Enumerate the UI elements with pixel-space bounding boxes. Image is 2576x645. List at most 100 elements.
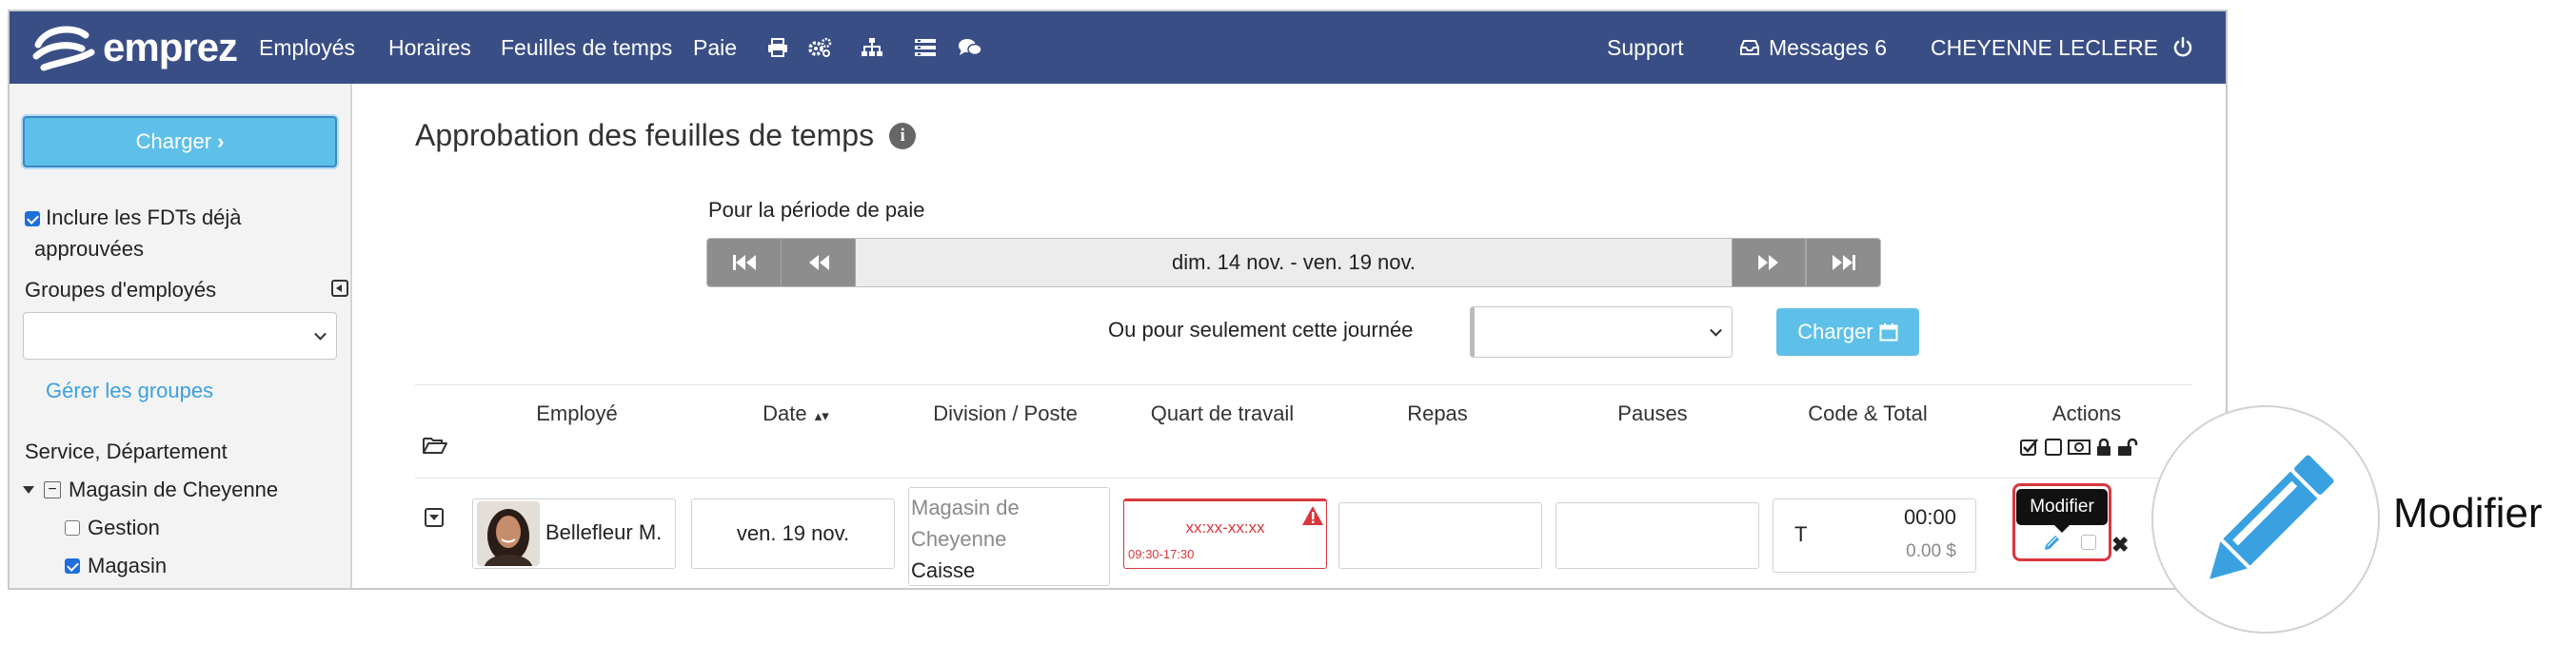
division-line-2: Cheyenne: [911, 527, 1007, 551]
brand-name: emprez: [103, 25, 238, 69]
calendar-icon: [1879, 323, 1898, 342]
tree-item-magasin[interactable]: Magasin: [65, 554, 167, 578]
lock-icon[interactable]: [2096, 438, 2111, 457]
nav-payroll[interactable]: Paie: [693, 11, 737, 84]
position-name: Caisse: [911, 558, 976, 582]
tree-item-label: Gestion: [88, 516, 160, 539]
chevron-right-icon: ›: [217, 129, 225, 153]
employee-cell[interactable]: Bellefleur M.: [472, 498, 676, 569]
service-label: Service, Département: [25, 440, 228, 463]
page-title: Approbation des feuilles de temps i: [415, 118, 917, 153]
manage-groups-link[interactable]: Gérer les groupes: [46, 379, 213, 403]
division-line-1: Magasin de: [911, 496, 1020, 519]
period-pager: dim. 14 nov. - ven. 19 nov.: [706, 238, 1881, 287]
check-all-icon[interactable]: [2020, 438, 2039, 457]
first-period-button[interactable]: [707, 239, 782, 286]
tree-collapse-icon[interactable]: −: [44, 481, 61, 498]
bulk-actions: [2020, 438, 2138, 457]
day-select[interactable]: [1470, 306, 1733, 358]
code-total-cell[interactable]: T 00:00 0.00 $: [1773, 498, 1976, 573]
nav-schedules[interactable]: Horaires: [388, 11, 471, 84]
table-top-divider: [415, 384, 2191, 385]
period-range: dim. 14 nov. - ven. 19 nov.: [1172, 250, 1416, 274]
row-expand-icon[interactable]: [425, 508, 444, 527]
last-period-button[interactable]: [1806, 239, 1880, 286]
collapse-left-icon[interactable]: [331, 280, 348, 297]
folder-open-icon[interactable]: [423, 436, 447, 460]
include-approved-option[interactable]: Inclure les FDTs déjà approuvées: [25, 202, 242, 264]
pencil-icon[interactable]: [2043, 533, 2062, 557]
unlock-icon[interactable]: [2117, 438, 2138, 457]
approve-checkbox[interactable]: [2081, 535, 2096, 550]
chevron-down-icon: [314, 327, 327, 341]
brand-logo[interactable]: emprez: [32, 11, 238, 84]
chevron-down-icon: [1710, 323, 1722, 337]
header-date[interactable]: Date ▴▾: [763, 401, 829, 426]
tree-item-gestion[interactable]: Gestion: [65, 516, 160, 540]
info-icon[interactable]: i: [889, 122, 917, 149]
tooltip: Modifier: [2016, 489, 2108, 525]
pencil-icon: [2209, 455, 2334, 579]
power-icon[interactable]: [2172, 11, 2193, 84]
include-approved-label: Inclure les FDTs déjà: [46, 205, 242, 229]
day-caption: Ou pour seulement cette journée: [1108, 318, 1414, 342]
shift-scheduled: 09:30-17:30: [1128, 547, 1195, 561]
header-breaks: Pauses: [1617, 401, 1688, 425]
warning-icon: [1302, 506, 1323, 525]
caret-down-icon[interactable]: [23, 486, 34, 494]
load-button[interactable]: Charger ›: [23, 116, 337, 167]
gestion-checkbox[interactable]: [65, 520, 80, 536]
period-caption: Pour la période de paie: [708, 198, 925, 222]
forward-icon: [1758, 255, 1778, 270]
previous-period-button[interactable]: [782, 239, 856, 286]
next-period-button[interactable]: [1732, 239, 1806, 286]
fast-backward-icon: [732, 255, 756, 270]
list-icon[interactable]: [914, 11, 937, 84]
nav-timesheets[interactable]: Feuilles de temps: [501, 11, 672, 84]
printer-icon[interactable]: [767, 11, 788, 84]
groups-select[interactable]: [23, 312, 337, 360]
load-day-button-label: Charger: [1797, 320, 1873, 343]
header-code-total: Code & Total: [1808, 401, 1928, 425]
header-division: Division / Poste: [933, 401, 1078, 425]
nav-support[interactable]: Support: [1607, 11, 1684, 84]
uncheck-all-icon[interactable]: [2045, 439, 2062, 456]
tree-root[interactable]: − Magasin de Cheyenne: [23, 478, 278, 502]
nav-messages[interactable]: Messages 6: [1740, 11, 1887, 84]
inbox-icon: [1740, 40, 1759, 55]
magasin-checkbox[interactable]: [65, 558, 80, 574]
groups-label: Groupes d'employés: [25, 278, 217, 302]
date-cell[interactable]: ven. 19 nov.: [691, 498, 895, 569]
breaks-cell[interactable]: [1556, 502, 1759, 569]
header-employee: Employé: [536, 401, 618, 425]
load-button-label: Charger: [135, 129, 212, 153]
logo-icon: [32, 26, 95, 71]
total-amount: 0.00 $: [1906, 541, 1956, 561]
include-approved-checkbox[interactable]: [25, 211, 40, 227]
header-shift: Quart de travail: [1150, 401, 1295, 425]
meals-cell[interactable]: [1338, 502, 1542, 569]
shift-cell[interactable]: xx:xx-xx:xx 09:30-17:30: [1123, 498, 1327, 569]
division-cell[interactable]: Magasin de Cheyenne Caisse: [908, 487, 1110, 586]
zoom-label: Modifier: [2393, 490, 2543, 537]
money-icon[interactable]: [2068, 439, 2091, 456]
backward-icon: [808, 255, 829, 270]
table-header-divider: [415, 478, 2191, 479]
include-approved-label-2: approuvées: [34, 237, 144, 261]
avatar: [477, 501, 540, 566]
fast-forward-icon: [1832, 255, 1855, 270]
chat-icon[interactable]: [958, 11, 982, 84]
top-navbar: emprez Employés Horaires Feuilles de tem…: [10, 11, 2226, 84]
gears-icon[interactable]: [807, 11, 832, 84]
employee-name: Bellefleur M.: [545, 520, 663, 544]
total-time: 00:00: [1903, 505, 1956, 529]
shift-value: xx:xx-xx:xx: [1185, 518, 1265, 537]
header-date-label: Date: [763, 401, 807, 425]
sort-icon: ▴▾: [814, 408, 829, 424]
user-name[interactable]: CHEYENNE LECLERE: [1931, 11, 2158, 84]
load-day-button[interactable]: Charger: [1776, 308, 1919, 356]
page-title-text: Approbation des feuilles de temps: [415, 118, 875, 152]
org-chart-icon[interactable]: [861, 11, 883, 84]
nav-employees[interactable]: Employés: [259, 11, 355, 84]
delete-icon[interactable]: ✖: [2111, 533, 2129, 557]
